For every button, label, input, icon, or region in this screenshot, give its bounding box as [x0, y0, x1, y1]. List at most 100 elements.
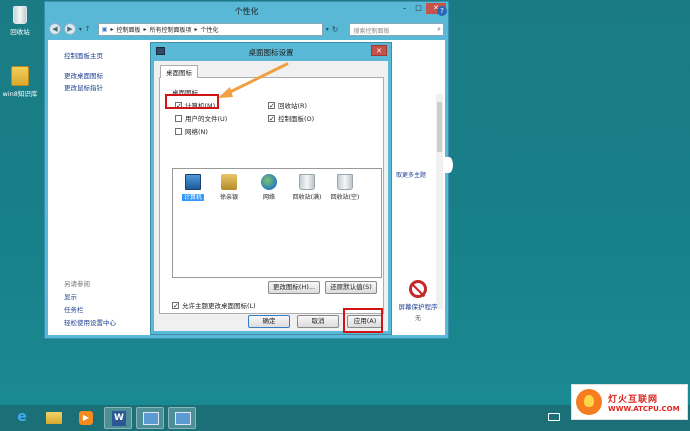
history-dropdown-icon[interactable]: ▾	[79, 26, 82, 33]
icon-item-label: 网络	[262, 194, 275, 201]
see-also-heading: 另请参阅	[64, 280, 90, 288]
checkbox-box[interactable]	[175, 114, 182, 122]
media-player-icon: ▶	[79, 411, 93, 425]
desktop-icon-recycle-bin[interactable]: 回收站	[0, 6, 40, 36]
up-button[interactable]: ↑	[85, 25, 91, 33]
address-bar-row: ◀ ▶ ▾ ↑ ▣ ▸ 控制面板 ▸ 所有控制面板项 ▸ 个性化 ▾ ↻ 搜索控…	[45, 20, 448, 38]
desktop-icon-list[interactable]: 计算机 徐亲银 网络 回收站(满) 回收站(空)	[172, 168, 382, 278]
checkbox-user-files[interactable]: 用户的文件(U)	[175, 113, 227, 123]
computer-icon	[185, 174, 201, 190]
screensaver-setting[interactable]: 屏幕保护程序 无	[388, 280, 448, 322]
search-icon: ⌕	[437, 24, 441, 33]
taskbar-media-player[interactable]: ▶	[72, 407, 100, 429]
scrollbar-thumb[interactable]	[437, 102, 442, 152]
restore-default-button[interactable]: 还原默认值(S)	[325, 281, 377, 294]
scrollbar[interactable]	[436, 94, 443, 309]
cp-window-title: 个性化	[234, 6, 259, 16]
refresh-icon[interactable]: ↻	[332, 25, 339, 34]
icon-item-label: 回收站(空)	[330, 194, 360, 201]
breadcrumb-sep: ▸	[110, 25, 114, 33]
taskbar-personalization[interactable]	[136, 407, 164, 429]
checkbox-label: 控制面板(O)	[278, 115, 315, 123]
annotation-highlight-computer	[165, 94, 219, 109]
icon-item-recycle-empty[interactable]: 回收站(空)	[327, 174, 363, 201]
desktop-background: 回收站 win8知识库 个性化 – □ ✕ ◀ ▶ ▾ ↑ ▣ ▸ 控制面板 ▸…	[0, 0, 690, 405]
checkbox-box[interactable]: ✓	[172, 301, 179, 309]
cancel-button[interactable]: 取消	[297, 315, 339, 328]
breadcrumb-sep: ▸	[194, 25, 198, 33]
back-button[interactable]: ◀	[49, 23, 61, 35]
desktop-icon-label: 回收站	[10, 28, 30, 36]
breadcrumb-item[interactable]: 所有控制面板项	[149, 25, 191, 34]
address-dropdown-icon[interactable]: ▾	[326, 26, 329, 33]
taskbar-explorer[interactable]	[40, 407, 68, 429]
arrow-shaft	[224, 62, 289, 96]
icon-item-label: 计算机	[181, 194, 204, 201]
checkbox-box[interactable]: ✓	[268, 114, 275, 122]
arrow-head	[218, 87, 233, 98]
ok-button[interactable]: 确定	[248, 315, 290, 328]
breadcrumb-sep: ▸	[143, 25, 147, 33]
recycle-bin-icon	[13, 6, 27, 24]
sidebar-link-change-mouse-pointer[interactable]: 更改鼠标指针	[64, 82, 103, 92]
icon-item-user-files[interactable]: 徐亲银	[211, 174, 247, 201]
sidebar-link-taskbar[interactable]: 任务栏	[64, 304, 84, 314]
forward-button[interactable]: ▶	[63, 23, 76, 35]
address-box[interactable]: ▣ ▸ 控制面板 ▸ 所有控制面板项 ▸ 个性化	[97, 22, 323, 36]
tab-desktop-icons[interactable]: 桌面图标	[160, 65, 198, 78]
watermark: 灯火互联网 WWW.ATCPU.COM	[571, 384, 688, 420]
dialog-title: 桌面图标设置	[248, 47, 294, 57]
dialog-close-button[interactable]: ✕	[371, 45, 387, 56]
checkbox-network[interactable]: 网络(N)	[175, 126, 208, 136]
watermark-en: WWW.ATCPU.COM	[608, 404, 680, 413]
control-panel-icon	[143, 412, 159, 425]
annotation-highlight-apply	[343, 308, 383, 333]
minimize-button[interactable]: –	[398, 3, 411, 14]
sidebar-link-home[interactable]: 控制面板主页	[64, 50, 103, 60]
taskbar-desktop-icon-settings[interactable]	[168, 407, 196, 429]
checkbox-control-panel[interactable]: ✓ 控制面板(O)	[268, 113, 314, 123]
network-icon	[261, 174, 277, 190]
checkbox-label: 用户的文件(U)	[185, 115, 228, 123]
flame-logo-icon	[576, 389, 602, 415]
desktop-settings-icon	[175, 412, 191, 425]
checkbox-label: 允许主题更改桌面图标(L)	[182, 302, 256, 310]
control-panel-icon: ▣	[101, 25, 108, 33]
desktop-icon-label: win8知识库	[2, 90, 38, 98]
screensaver-value: 无	[414, 315, 421, 322]
checkbox-allow-themes[interactable]: ✓ 允许主题更改桌面图标(L)	[172, 300, 256, 310]
icon-item-network[interactable]: 网络	[251, 174, 287, 201]
maximize-button[interactable]: □	[412, 3, 425, 14]
breadcrumb-item[interactable]: 个性化	[201, 25, 219, 34]
icon-item-recycle-full[interactable]: 回收站(满)	[289, 174, 325, 201]
folder-icon	[11, 66, 29, 86]
checkbox-label: 网络(N)	[185, 128, 208, 136]
icon-item-computer[interactable]: 计算机	[175, 174, 211, 201]
help-icon[interactable]: ?	[437, 6, 447, 16]
taskbar-word[interactable]: W	[104, 407, 132, 429]
keyboard-icon[interactable]	[548, 413, 560, 421]
no-screensaver-icon	[409, 280, 427, 298]
icon-item-label: 徐亲银	[219, 194, 238, 201]
dialog-titlebar[interactable]: 桌面图标设置 ✕	[151, 43, 391, 61]
desktop-icon-knowledge-base[interactable]: win8知识库	[0, 66, 40, 98]
change-icon-button[interactable]: 更改图标(H)...	[268, 281, 320, 294]
recycle-full-icon	[299, 174, 315, 190]
cp-sidebar: 控制面板主页 更改桌面图标 更改鼠标指针 另请参阅 显示 任务栏 轻松使用设置中…	[48, 40, 153, 335]
sidebar-link-display[interactable]: 显示	[64, 291, 77, 301]
checkbox-box[interactable]	[175, 127, 182, 135]
more-themes-link[interactable]: 取更多主题	[396, 170, 426, 179]
tab-panel: 桌面图标 ✓ 计算机(M) ✓ 回收站(R) 用户的文件(U) ✓ 控制面板(O…	[159, 77, 384, 314]
breadcrumb-item[interactable]: 控制面板	[116, 25, 140, 34]
sidebar-link-ease-of-access[interactable]: 轻松使用设置中心	[64, 317, 116, 327]
dialog-app-icon	[156, 47, 165, 55]
word-icon: W	[112, 411, 126, 426]
sidebar-link-change-desktop-icons[interactable]: 更改桌面图标	[64, 70, 103, 80]
pointer-edge	[445, 157, 453, 173]
search-placeholder: 搜索控制面板	[353, 27, 390, 35]
search-input[interactable]: 搜索控制面板 ⌕	[349, 22, 444, 36]
annotation-arrow	[218, 62, 289, 98]
file-explorer-icon	[46, 412, 62, 424]
taskbar-ie[interactable]: e	[8, 407, 36, 429]
cp-titlebar[interactable]: 个性化 – □ ✕	[45, 2, 448, 20]
